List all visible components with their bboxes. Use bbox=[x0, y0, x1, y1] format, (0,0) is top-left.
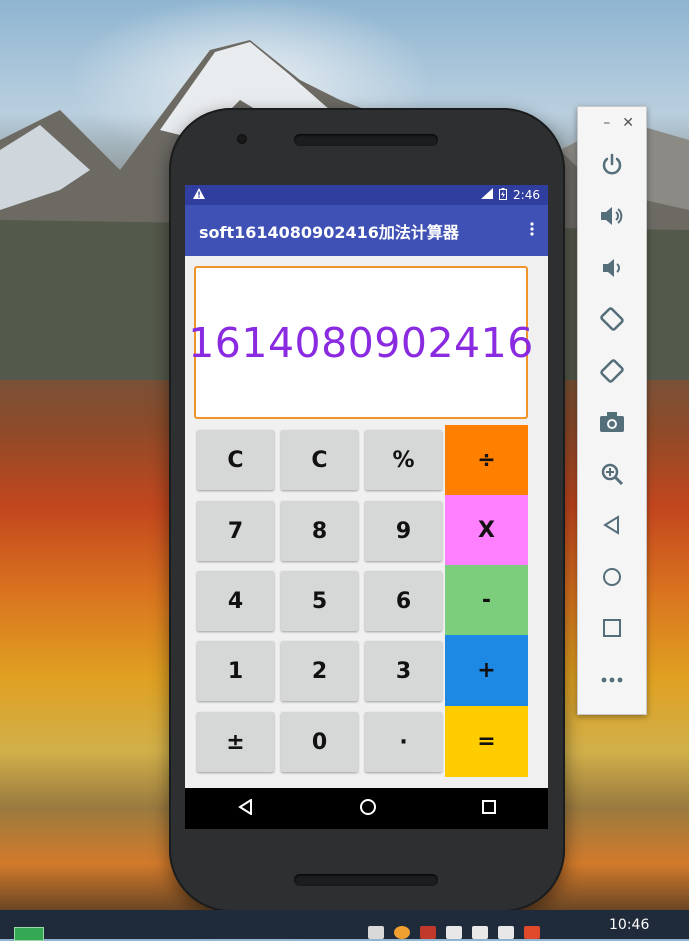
percent-button[interactable]: % bbox=[365, 430, 442, 490]
android-nav-bar bbox=[185, 788, 548, 829]
app-bar: soft1614080902416加法计算器 bbox=[185, 205, 548, 256]
recents-icon[interactable] bbox=[481, 799, 496, 818]
digit-6-button[interactable]: 6 bbox=[365, 571, 442, 631]
system-tray bbox=[368, 926, 540, 939]
subtract-button[interactable]: - bbox=[445, 565, 528, 635]
status-time: 2:46 bbox=[513, 188, 540, 202]
volume-up-icon[interactable] bbox=[578, 191, 646, 243]
digit-2-button[interactable]: 2 bbox=[281, 641, 358, 701]
more-vert-icon[interactable] bbox=[524, 220, 540, 241]
zoom-icon[interactable] bbox=[578, 448, 646, 500]
clear-button[interactable]: C bbox=[197, 430, 274, 490]
digit-4-button[interactable]: 4 bbox=[197, 571, 274, 631]
signal-icon bbox=[481, 188, 494, 202]
volume-down-icon[interactable] bbox=[578, 242, 646, 294]
more-icon[interactable] bbox=[578, 654, 646, 706]
digit-0-button[interactable]: 0 bbox=[281, 712, 358, 772]
battery-icon bbox=[499, 187, 508, 203]
sign-toggle-button[interactable]: ± bbox=[197, 712, 274, 772]
status-bar: 2:46 bbox=[185, 185, 548, 205]
taskbar-clock[interactable]: 10:46 bbox=[609, 917, 649, 933]
top-speaker bbox=[294, 134, 438, 146]
phone-frame: 2:46 soft1614080902416加法计算器 161408090241… bbox=[169, 108, 565, 912]
minimize-icon[interactable]: – bbox=[603, 115, 610, 131]
camera-icon[interactable] bbox=[578, 397, 646, 449]
warning-icon bbox=[193, 188, 205, 202]
tray-app-icon[interactable] bbox=[394, 926, 410, 939]
emulator-toolbar: – ✕ bbox=[577, 106, 647, 715]
tray-volume-icon[interactable] bbox=[472, 926, 488, 939]
host-taskbar: 10:46 bbox=[0, 910, 689, 941]
tray-ime-icon[interactable] bbox=[498, 926, 514, 939]
back-icon[interactable] bbox=[237, 797, 254, 819]
tray-network-icon[interactable] bbox=[446, 926, 462, 939]
result-display[interactable]: 1614080902416 bbox=[188, 266, 533, 419]
home-icon[interactable] bbox=[359, 798, 377, 820]
overview-icon[interactable] bbox=[578, 603, 646, 655]
front-camera bbox=[237, 134, 247, 144]
power-icon[interactable] bbox=[578, 139, 646, 191]
rotate-right-icon[interactable] bbox=[578, 345, 646, 397]
tray-app-icon[interactable] bbox=[420, 926, 436, 939]
app-title: soft1614080902416加法计算器 bbox=[199, 222, 459, 242]
digit-1-button[interactable]: 1 bbox=[197, 641, 274, 701]
keypad: C C % 7 8 9 4 5 6 1 2 3 ± 0 · ÷ X - + = bbox=[185, 424, 548, 778]
equals-button[interactable]: = bbox=[445, 706, 528, 777]
tray-arrow-icon[interactable] bbox=[368, 926, 384, 939]
divide-button[interactable]: ÷ bbox=[445, 425, 528, 495]
back-icon[interactable] bbox=[578, 500, 646, 552]
tray-app-icon[interactable] bbox=[524, 926, 540, 939]
digit-5-button[interactable]: 5 bbox=[281, 571, 358, 631]
digit-3-button[interactable]: 3 bbox=[365, 641, 442, 701]
home-icon[interactable] bbox=[578, 551, 646, 603]
clear-entry-button[interactable]: C bbox=[281, 430, 358, 490]
bottom-speaker bbox=[294, 874, 438, 886]
multiply-button[interactable]: X bbox=[445, 495, 528, 565]
phone-screen: 2:46 soft1614080902416加法计算器 161408090241… bbox=[185, 185, 548, 829]
decimal-point-button[interactable]: · bbox=[365, 712, 442, 772]
digit-7-button[interactable]: 7 bbox=[197, 501, 274, 561]
rotate-left-icon[interactable] bbox=[578, 294, 646, 346]
add-button[interactable]: + bbox=[445, 635, 528, 706]
close-icon[interactable]: ✕ bbox=[622, 115, 634, 131]
digit-9-button[interactable]: 9 bbox=[365, 501, 442, 561]
digit-8-button[interactable]: 8 bbox=[281, 501, 358, 561]
